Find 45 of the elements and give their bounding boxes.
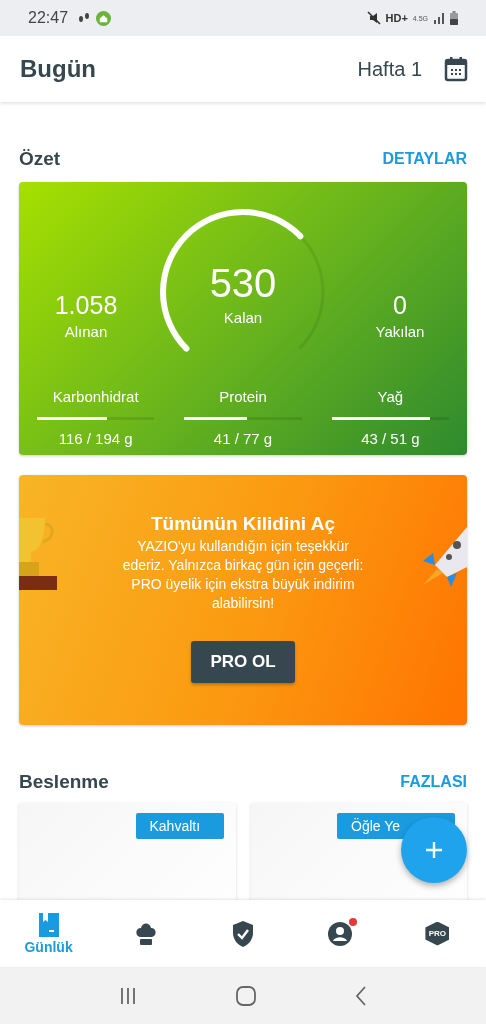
plus-icon — [425, 841, 443, 859]
mute-icon — [366, 11, 381, 25]
stat-value: 0 — [393, 290, 407, 320]
macro-reading: 43 / 51 g — [361, 429, 420, 449]
promo-text: YAZIO'yu kullandığın için teşekkür ederiz. Yalnızca birkaç gün için geçerli: PRO üyelik için ekstra büyük indirim alabilirsin! — [121, 537, 365, 613]
chef-hat-icon — [134, 921, 157, 946]
macro-name: Yağ — [377, 387, 404, 407]
macro-reading: 41 / 77 g — [213, 429, 273, 449]
pro-icon: PRO — [425, 921, 450, 946]
footprints-icon — [77, 11, 92, 25]
week-label[interactable]: Hafta 1 — [357, 57, 422, 81]
macro-name: Karbonhidrat — [52, 387, 139, 407]
summary-card[interactable]: 1.058 Alınan 530 Kalan 0 Yakılan Karbonhidrat 116 / 194 g Protein 41 / 77 g Yağ 43 / 51 g — [19, 182, 467, 455]
trophy-icon — [19, 518, 57, 590]
meal-tag: Kahvaltı — [135, 813, 224, 839]
back-icon[interactable] — [354, 985, 367, 1006]
calendar-icon[interactable] — [444, 56, 468, 82]
stat-value: 1.058 — [54, 290, 118, 320]
signal-icon — [433, 12, 445, 24]
stat-label: Alınan — [64, 322, 108, 342]
rocket-icon — [421, 527, 467, 587]
home-icon[interactable] — [236, 985, 256, 1006]
stat-label: Yakılan — [375, 322, 425, 342]
section-title: Özet — [19, 148, 61, 170]
details-link[interactable]: DETAYLAR — [382, 150, 467, 168]
macro-reading: 116 / 194 g — [58, 429, 133, 449]
remaining-label: Kalan — [223, 308, 263, 328]
section-title: Beslenme — [19, 771, 109, 793]
promo-title: Tümünün Kilidini Aç — [151, 513, 335, 535]
network-label: HD+ — [385, 12, 408, 24]
more-link[interactable]: FAZLASI — [400, 773, 467, 791]
page-title: Bugün — [20, 55, 96, 83]
pro-button[interactable]: PRO OL — [191, 641, 295, 683]
shield-check-icon — [233, 920, 253, 947]
nav-tab[interactable]: Günlük — [0, 900, 98, 967]
status-time: 22:47 — [28, 9, 69, 27]
home-app-icon — [96, 10, 112, 26]
meal-card[interactable]: Kahvaltı — [19, 803, 236, 900]
book-icon — [38, 912, 59, 937]
recents-icon[interactable] — [119, 986, 138, 1005]
profile-icon — [328, 921, 353, 946]
nav-tab[interactable]: PRO — [388, 900, 486, 967]
battery-icon — [450, 11, 458, 25]
macro-name: Protein — [219, 387, 267, 407]
remaining-value: 530 — [209, 260, 277, 306]
